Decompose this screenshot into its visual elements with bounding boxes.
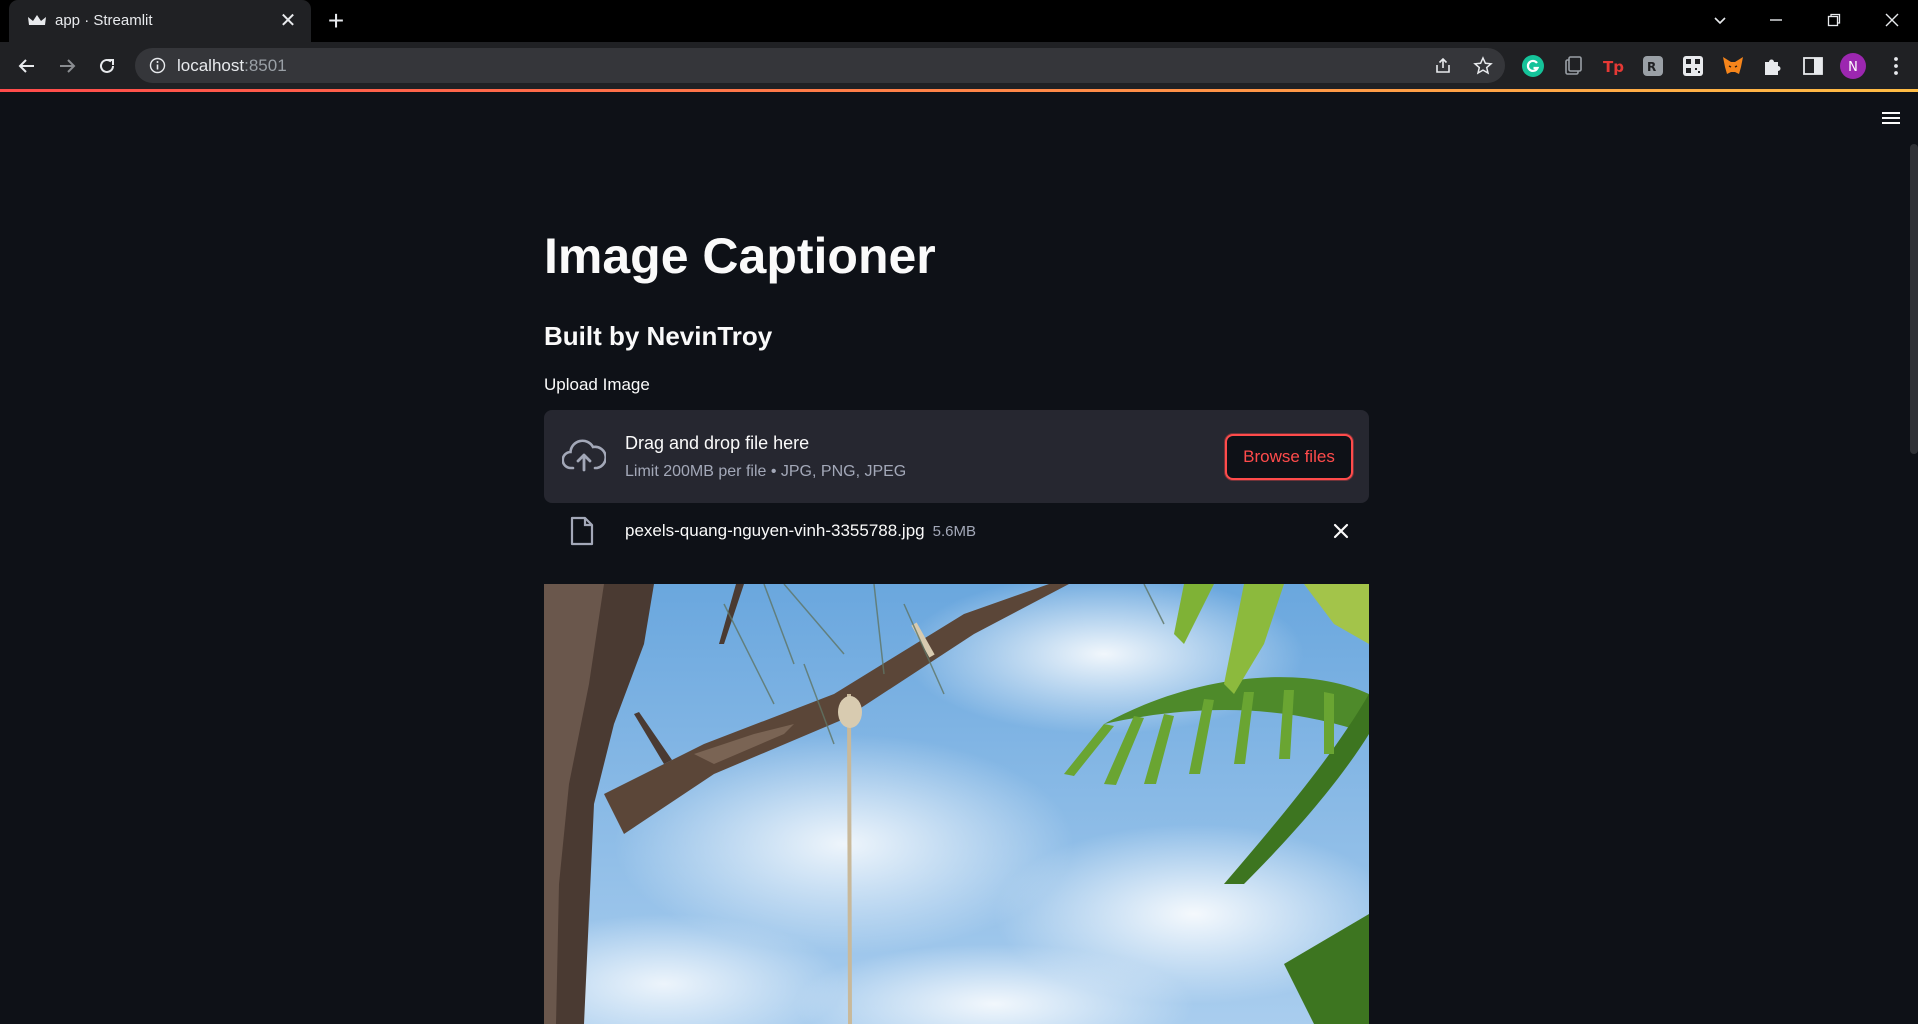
tab-close-icon[interactable]: ✕ bbox=[277, 10, 299, 32]
restore-icon[interactable] bbox=[1814, 6, 1854, 36]
url-text[interactable]: localhost:8501 bbox=[177, 55, 287, 76]
bookmark-star-icon[interactable] bbox=[1473, 56, 1493, 76]
chrome-menu-icon[interactable] bbox=[1884, 54, 1908, 78]
uploaded-image bbox=[544, 584, 1369, 1024]
tab-search-chevron-icon[interactable] bbox=[1700, 6, 1740, 36]
forward-button[interactable] bbox=[50, 49, 84, 83]
dropzone-instructions: Drag and drop file here bbox=[625, 433, 810, 453]
uploaded-file-info: pexels-quang-nguyen-vinh-3355788.jpg 5.6M… bbox=[625, 520, 976, 543]
translate-icon[interactable]: R bbox=[1641, 54, 1665, 78]
qr-icon[interactable] bbox=[1681, 54, 1705, 78]
browser-tab[interactable]: app · Streamlit ✕ bbox=[9, 0, 311, 42]
svg-text:Tp: Tp bbox=[1603, 58, 1624, 76]
uploaded-file-size: 5.6MB bbox=[932, 523, 976, 540]
grammarly-icon[interactable] bbox=[1521, 54, 1545, 78]
browser-toolbar: localhost:8501 Tp R N bbox=[0, 42, 1918, 89]
file-icon bbox=[570, 516, 594, 546]
forward-arrow-icon bbox=[60, 59, 76, 73]
file-dropzone[interactable]: Drag and drop file here Limit 200MB per … bbox=[544, 410, 1369, 503]
reload-button[interactable] bbox=[90, 49, 124, 83]
page-title: Image Captioner bbox=[544, 228, 936, 284]
minimize-icon[interactable] bbox=[1756, 6, 1796, 36]
profile-avatar[interactable]: N bbox=[1840, 53, 1866, 79]
address-bar[interactable]: localhost:8501 bbox=[135, 48, 1505, 83]
back-button[interactable] bbox=[10, 49, 44, 83]
page-scrollbar[interactable] bbox=[1910, 144, 1918, 454]
uploaded-file-row: pexels-quang-nguyen-vinh-3355788.jpg 5.6M… bbox=[544, 512, 1369, 552]
close-window-icon[interactable] bbox=[1872, 6, 1912, 36]
back-arrow-icon bbox=[18, 59, 34, 73]
profile-initial: N bbox=[1848, 60, 1858, 75]
dropzone-limit-text: Limit 200MB per file • JPG, PNG, JPEG bbox=[625, 463, 907, 480]
hamburger-menu-icon[interactable] bbox=[1880, 110, 1902, 126]
tp-icon[interactable]: Tp bbox=[1601, 54, 1625, 78]
streamlit-app: Image Captioner Built by NevinTroy Uploa… bbox=[0, 92, 1918, 1024]
share-icon[interactable] bbox=[1433, 56, 1453, 76]
metamask-fox-icon[interactable] bbox=[1721, 54, 1745, 78]
streamlit-crown-icon bbox=[27, 13, 47, 29]
clipboard-icon[interactable] bbox=[1561, 54, 1585, 78]
remove-file-icon[interactable] bbox=[1328, 518, 1354, 544]
reload-icon bbox=[100, 58, 114, 73]
site-info-icon[interactable] bbox=[149, 57, 166, 74]
browse-files-button[interactable]: Browse files bbox=[1225, 434, 1353, 480]
tab-title: app · Streamlit bbox=[55, 12, 153, 29]
new-tab-button[interactable]: + bbox=[322, 7, 350, 36]
uploaded-file-name: pexels-quang-nguyen-vinh-3355788.jpg bbox=[625, 521, 925, 540]
puzzle-icon[interactable] bbox=[1761, 54, 1785, 78]
side-panel-icon[interactable] bbox=[1801, 54, 1825, 78]
url-host: localhost bbox=[177, 56, 245, 75]
page-subtitle: Built by NevinTroy bbox=[544, 321, 773, 351]
url-port: :8501 bbox=[244, 56, 287, 75]
browser-tabstrip: app · Streamlit ✕ + bbox=[0, 0, 1918, 42]
upload-label: Upload Image bbox=[544, 375, 650, 394]
svg-text:R: R bbox=[1647, 60, 1656, 74]
cloud-upload-icon bbox=[561, 438, 607, 474]
